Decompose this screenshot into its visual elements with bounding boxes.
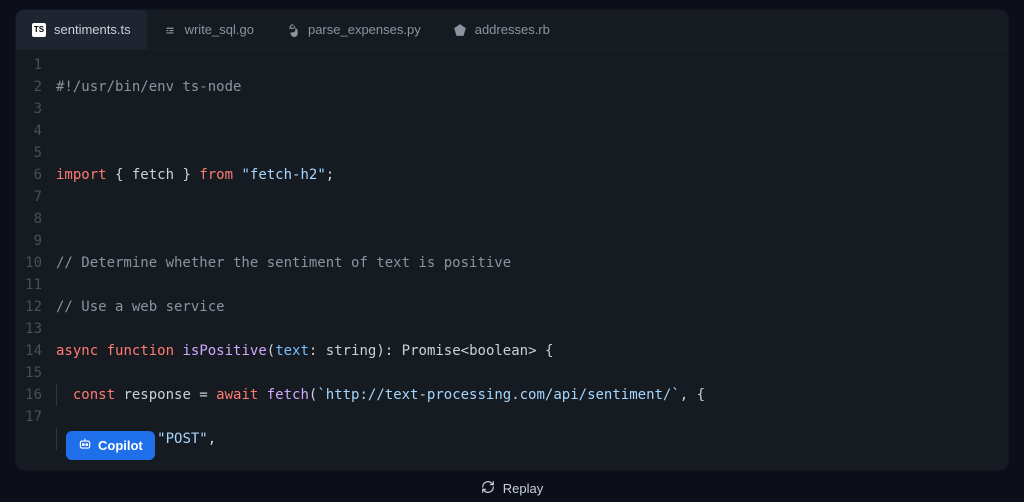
tab-sentiments-ts[interactable]: TS sentiments.ts [16, 10, 147, 49]
code-line: // Determine whether the sentiment of te… [56, 252, 1008, 274]
tab-label: sentiments.ts [54, 22, 131, 37]
replay-icon [481, 480, 495, 497]
tab-label: parse_expenses.py [308, 22, 421, 37]
tab-label: write_sql.go [185, 22, 254, 37]
copilot-icon [78, 437, 92, 454]
code-line: import { fetch } from "fetch-h2"; [56, 164, 1008, 186]
ts-icon: TS [32, 23, 46, 37]
replay-button[interactable]: Replay [16, 470, 1008, 497]
editor-window: TS sentiments.ts write_sql.go parse_expe… [16, 10, 1008, 470]
code-line: #!/usr/bin/env ts-node [56, 76, 1008, 98]
code-line: method: "POST", [56, 428, 1008, 450]
replay-label: Replay [503, 481, 543, 496]
tab-write-sql-go[interactable]: write_sql.go [147, 10, 270, 49]
code-line: async function isPositive(text: string):… [56, 340, 1008, 362]
code-area[interactable]: 1 2 3 4 5 6 7 8 9 10 11 12 13 14 15 16 1… [16, 50, 1008, 470]
tab-label: addresses.rb [475, 22, 550, 37]
tab-bar: TS sentiments.ts write_sql.go parse_expe… [16, 10, 1008, 50]
code-content[interactable]: #!/usr/bin/env ts-node import { fetch } … [56, 54, 1008, 470]
rb-icon [453, 23, 467, 37]
tab-addresses-rb[interactable]: addresses.rb [437, 10, 566, 49]
go-icon [163, 23, 177, 37]
py-icon [286, 23, 300, 37]
tab-parse-expenses-py[interactable]: parse_expenses.py [270, 10, 437, 49]
code-line: // Use a web service [56, 296, 1008, 318]
code-line [56, 208, 1008, 230]
line-number-gutter: 1 2 3 4 5 6 7 8 9 10 11 12 13 14 15 16 1… [16, 54, 56, 470]
copilot-button[interactable]: Copilot [66, 431, 155, 460]
code-line: const response = await fetch(`http://tex… [56, 384, 1008, 406]
copilot-label: Copilot [98, 438, 143, 453]
code-line [56, 120, 1008, 142]
